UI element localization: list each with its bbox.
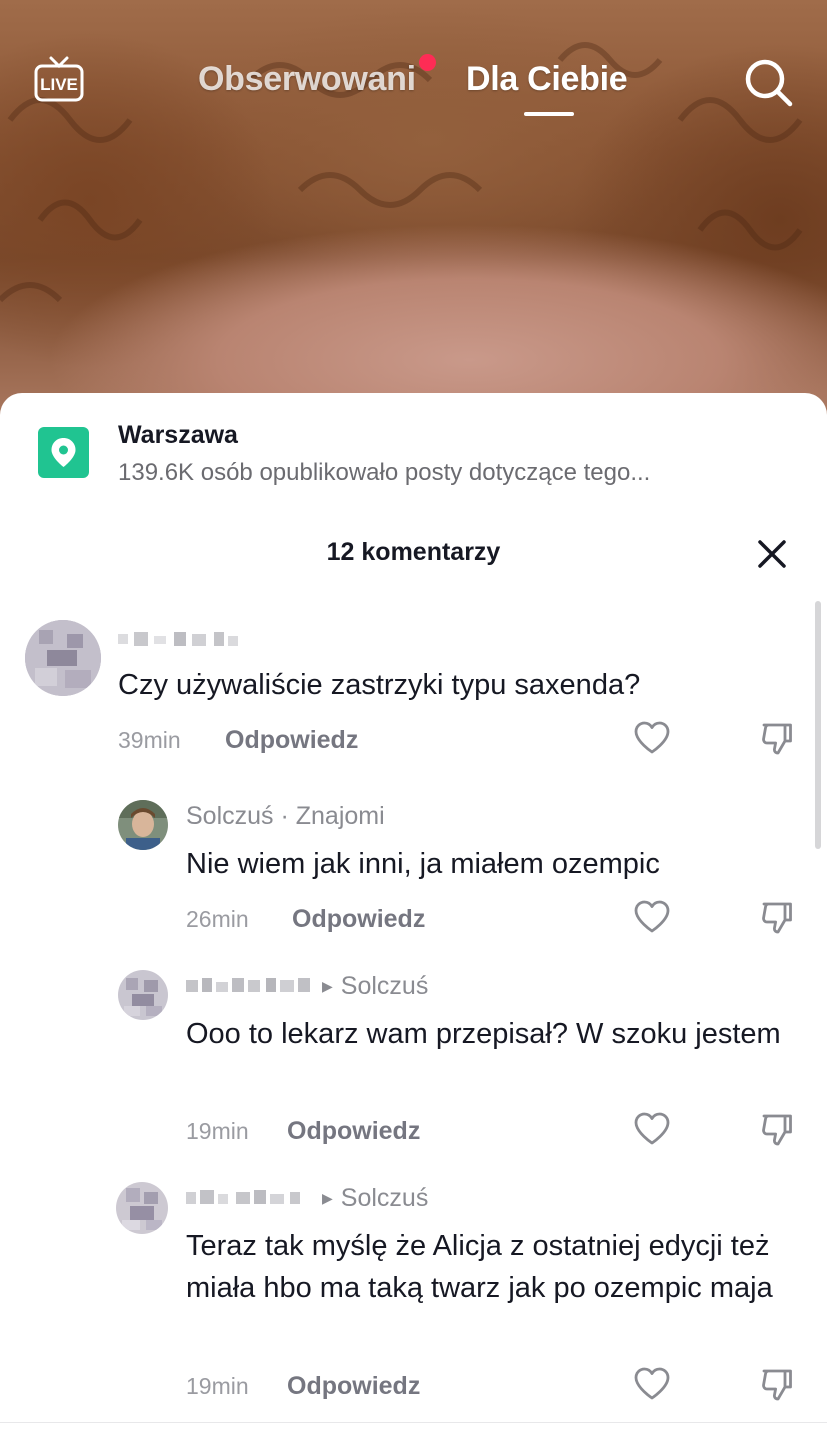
comment-author[interactable] [118, 626, 240, 655]
blurred-username [186, 978, 310, 992]
location-badge[interactable] [38, 427, 89, 478]
blurred-username [118, 632, 238, 646]
location-pin-icon [51, 438, 76, 467]
tab-following[interactable]: Obserwowani [198, 60, 416, 99]
reply-arrow-icon: ▶ [322, 1190, 333, 1206]
reply-target[interactable]: Solczuś [341, 972, 429, 1000]
comment-author[interactable]: ▶ Solczuś [186, 972, 428, 1001]
search-icon[interactable] [742, 56, 794, 108]
dislike-icon[interactable] [760, 721, 794, 755]
dislike-icon[interactable] [760, 1367, 794, 1401]
comment-time: 26min [186, 906, 249, 932]
reply-target[interactable]: Solczuś [341, 1184, 429, 1212]
comment-item: ▶ Solczuś Teraz tak myślę że Alicja z ost… [0, 1182, 827, 1412]
heart-icon[interactable] [634, 900, 670, 934]
top-navigation: LIVE Obserwowani Dla Ciebie [0, 40, 827, 130]
comment-item: Solczuś · Znajomi Nie wiem jak inni, ja … [0, 800, 827, 940]
comment-author[interactable]: ▶ Solczuś [186, 1184, 428, 1213]
tab-for-you[interactable]: Dla Ciebie [466, 60, 628, 99]
avatar[interactable] [118, 800, 168, 850]
comment-text: Ooo to lekarz wam przepisał? W szoku jes… [186, 1018, 781, 1050]
heart-icon[interactable] [634, 1112, 670, 1146]
blurred-username [186, 1190, 300, 1204]
active-tab-indicator [524, 112, 574, 116]
comment-time: 19min [186, 1118, 249, 1144]
comment-text: Czy używaliście zastrzyki typu saxenda? [118, 669, 641, 701]
reply-button[interactable]: Odpowiedz [287, 1372, 420, 1401]
comment-text: Nie wiem jak inni, ja miałem ozempic [186, 848, 660, 880]
comment-time: 19min [186, 1373, 249, 1399]
dislike-icon[interactable] [760, 900, 794, 934]
bottom-divider [0, 1422, 827, 1423]
reply-arrow-icon: ▶ [322, 978, 333, 994]
comment-author[interactable]: Solczuś · Znajomi [186, 802, 385, 831]
heart-icon[interactable] [634, 1367, 670, 1401]
dislike-icon[interactable] [760, 1112, 794, 1146]
reply-button[interactable]: Odpowiedz [287, 1117, 420, 1146]
avatar[interactable] [118, 970, 168, 1020]
reply-button[interactable]: Odpowiedz [225, 726, 358, 755]
location-title[interactable]: Warszawa [118, 421, 238, 450]
heart-icon[interactable] [634, 721, 670, 755]
location-subtitle: 139.6K osób opublikowało posty dotyczące… [118, 459, 651, 486]
live-label: LIVE [40, 75, 78, 94]
reply-button[interactable]: Odpowiedz [292, 905, 425, 934]
comment-item: ▶ Solczuś Ooo to lekarz wam przepisał? W … [0, 970, 827, 1155]
comment-text: Teraz tak myślę że Alicja z ostatniej ed… [186, 1230, 773, 1304]
live-tv-icon[interactable]: LIVE [33, 54, 85, 106]
close-icon[interactable] [755, 537, 789, 571]
avatar[interactable] [25, 620, 101, 696]
comment-time: 39min [118, 727, 181, 753]
comments-count-title: 12 komentarzy [326, 538, 501, 566]
comment-item: Czy używaliście zastrzyki typu saxenda? … [0, 620, 827, 760]
notification-dot [419, 54, 436, 71]
avatar[interactable] [116, 1182, 168, 1234]
